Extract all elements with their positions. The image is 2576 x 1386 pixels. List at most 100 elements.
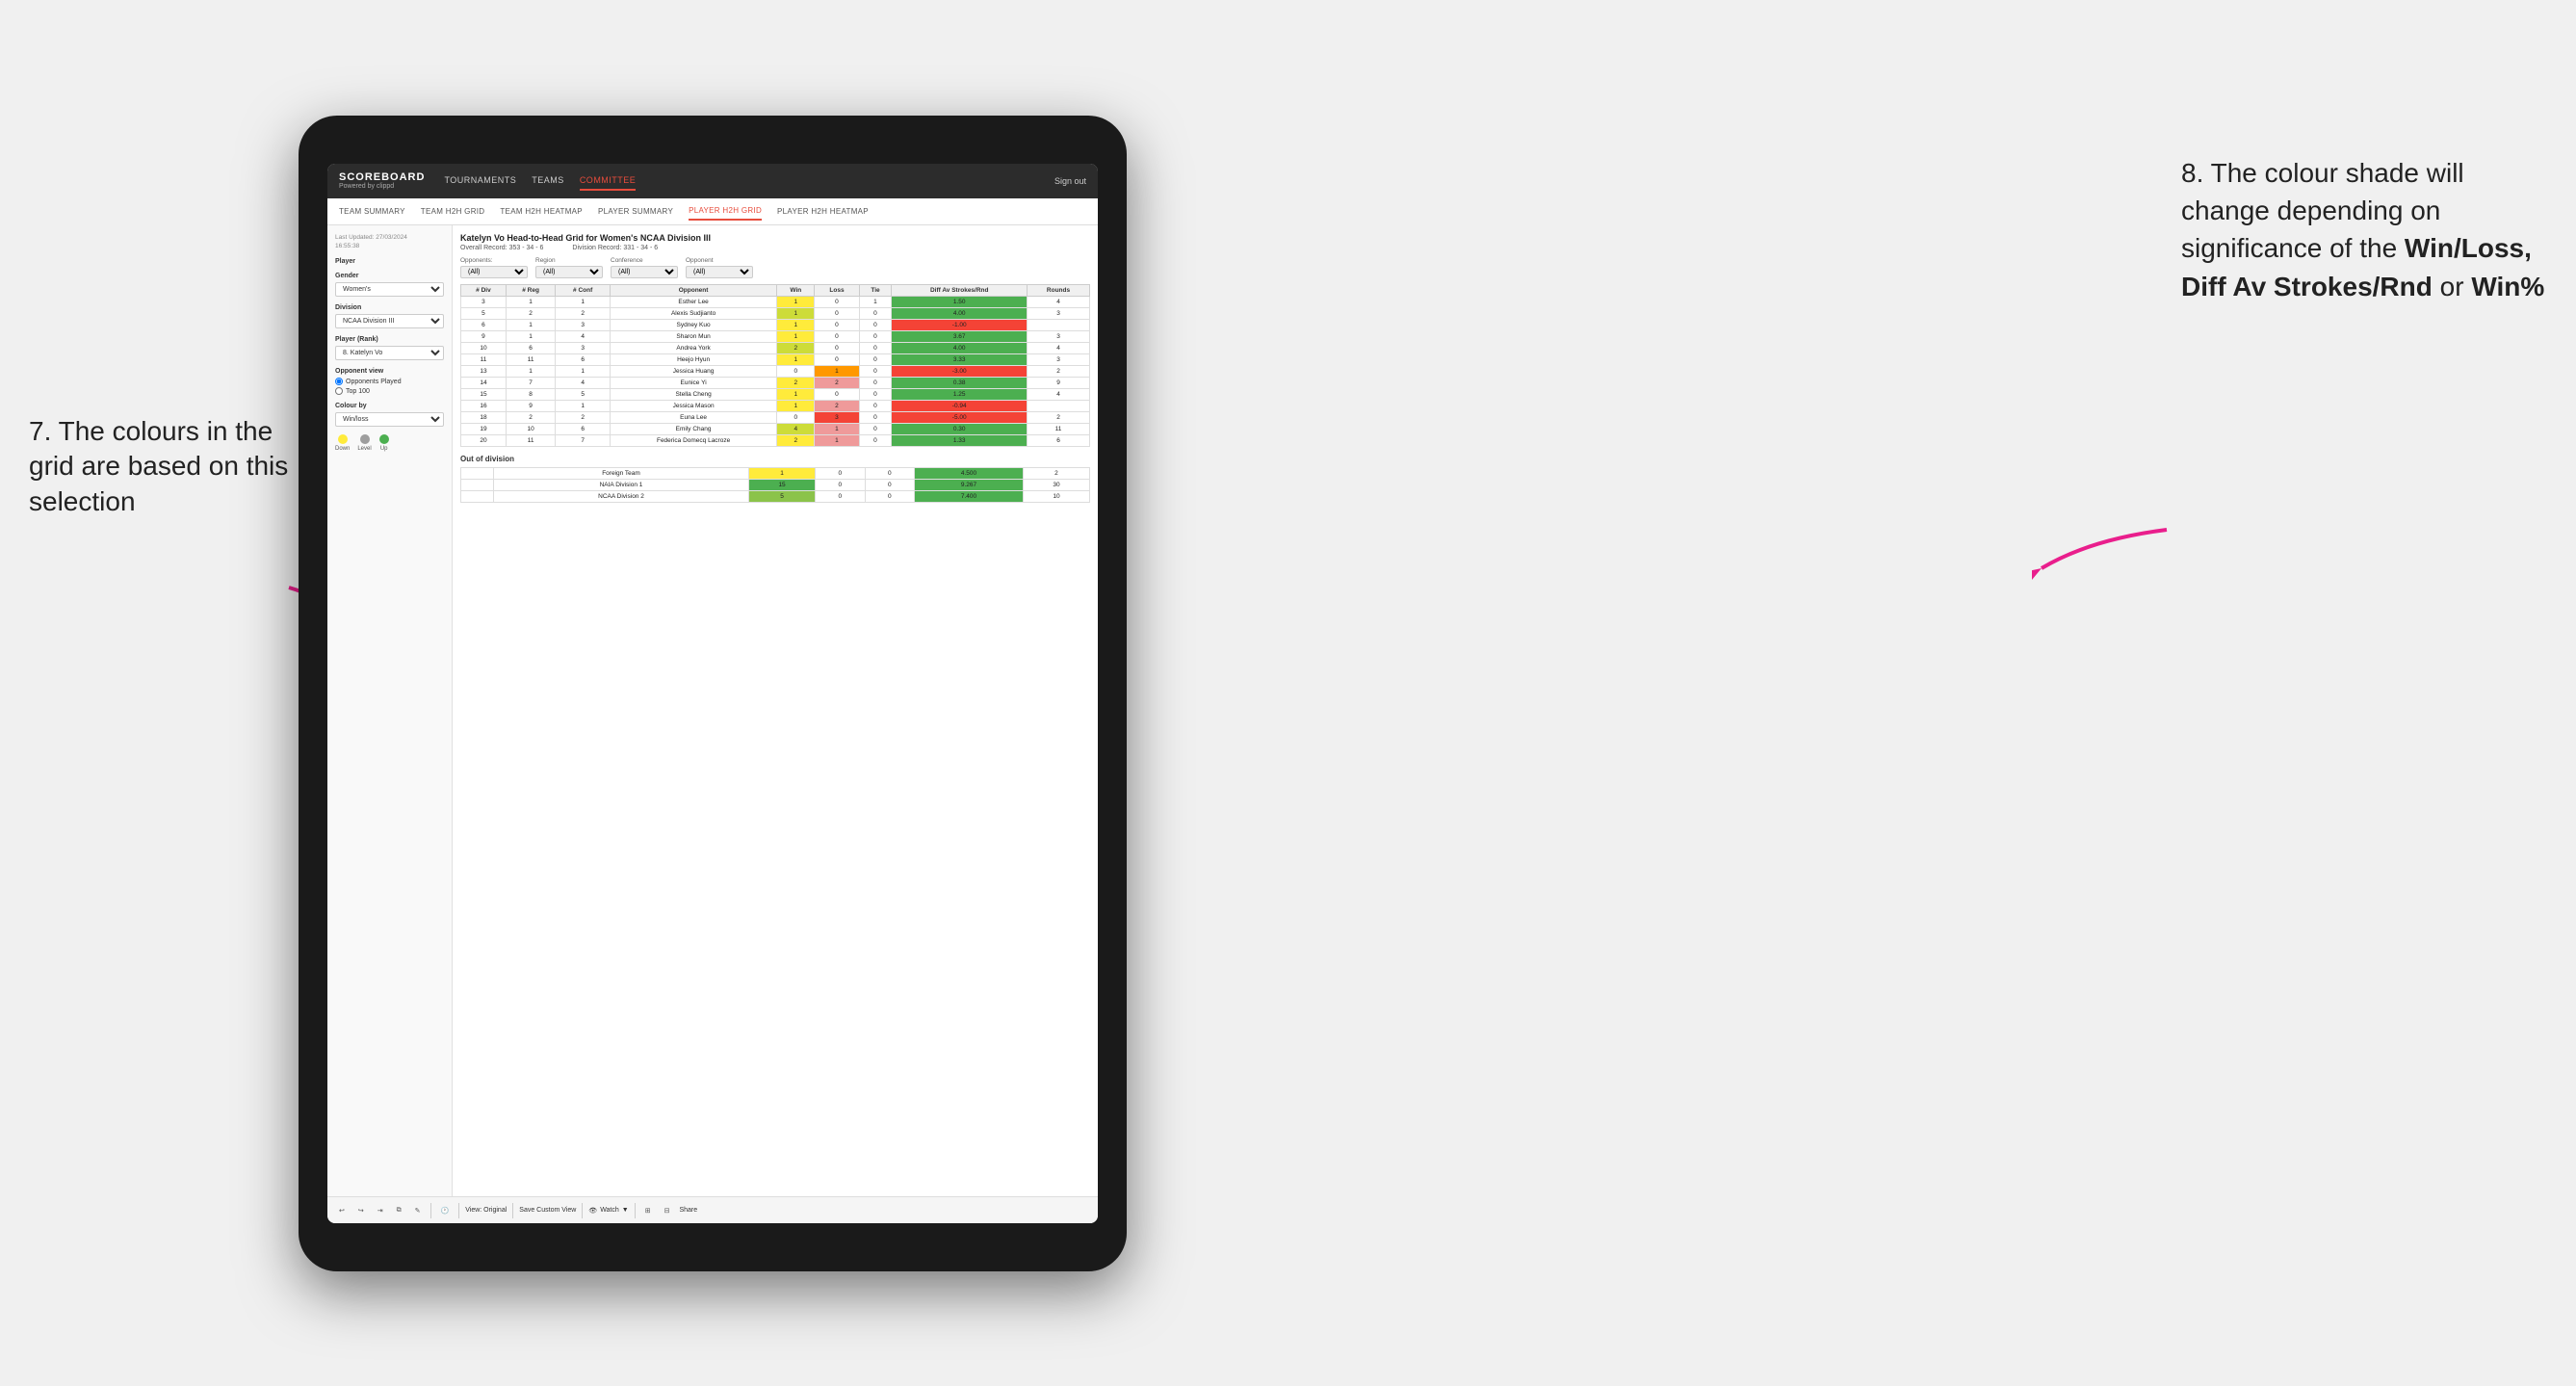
division-select[interactable]: NCAA Division III: [335, 314, 444, 328]
filter-conference-select[interactable]: (All): [611, 266, 678, 278]
nav-committee[interactable]: COMMITTEE: [580, 171, 637, 191]
cell-conf: 6: [556, 424, 611, 435]
nav-teams[interactable]: TEAMS: [532, 171, 564, 191]
filter-opponent: Opponent (All): [686, 257, 753, 278]
opponent-view-label: Opponent view: [335, 368, 444, 375]
overall-record-label: Overall Record:: [460, 245, 507, 251]
radio-top100[interactable]: Top 100: [335, 387, 444, 395]
subnav-player-h2h-grid[interactable]: PLAYER H2H GRID: [689, 202, 762, 221]
filter-opponents-label: Opponents:: [460, 257, 528, 264]
cell-conf: 4: [556, 378, 611, 389]
cell-loss: 3: [815, 412, 859, 424]
annotation-left-text: 7. The colours in the grid are based on …: [29, 416, 288, 516]
colour-by-select[interactable]: Win/loss: [335, 412, 444, 427]
cell-div-ood: [461, 468, 494, 480]
subnav-team-summary[interactable]: TEAM SUMMARY: [339, 203, 405, 220]
cell-win: 4: [777, 424, 815, 435]
timestamp-label: Last Updated: 27/03/2024: [335, 234, 407, 241]
filter-opponents-select[interactable]: (All): [460, 266, 528, 278]
arrow-right-indicator: [2032, 520, 2176, 597]
cell-win: 2: [777, 378, 815, 389]
player-rank-select[interactable]: 8. Katelyn Vo: [335, 346, 444, 360]
copy-btn[interactable]: ⧉: [393, 1205, 405, 1216]
cell-rounds: 6: [1028, 435, 1090, 447]
watch-label: Watch: [600, 1207, 619, 1214]
cell-div: 15: [461, 389, 507, 401]
share-btn[interactable]: Share: [679, 1207, 697, 1214]
cell-reg: 7: [506, 378, 555, 389]
cell-tie: 0: [859, 366, 892, 378]
cell-div-ood: [461, 491, 494, 503]
subnav-team-h2h-grid[interactable]: TEAM H2H GRID: [421, 203, 485, 220]
cell-diff: 3.67: [892, 331, 1028, 343]
cell-loss: 1: [815, 366, 859, 378]
separator2: [458, 1203, 459, 1218]
table-row: 16 9 1 Jessica Mason 1 2 0 -0.94: [461, 401, 1090, 412]
filter-region-select[interactable]: (All): [535, 266, 603, 278]
forward-btn[interactable]: ⇥: [374, 1205, 387, 1216]
cell-rounds: 4: [1028, 343, 1090, 354]
cell-win: 1: [777, 389, 815, 401]
radio-opponents-played[interactable]: Opponents Played: [335, 378, 444, 385]
table-row: 15 8 5 Stella Cheng 1 0 0 1.25 4: [461, 389, 1090, 401]
cell-tie: 0: [859, 354, 892, 366]
cell-diff: 0.38: [892, 378, 1028, 389]
filter-region: Region (All): [535, 257, 603, 278]
nav-tournaments[interactable]: TOURNAMENTS: [444, 171, 516, 191]
cell-name: Jessica Mason: [610, 401, 776, 412]
watch-btn[interactable]: 👁 Watch▼: [588, 1207, 628, 1215]
undo-btn[interactable]: ↩: [335, 1205, 349, 1216]
filter-region-label: Region: [535, 257, 603, 264]
gender-select[interactable]: Women's: [335, 282, 444, 297]
cell-win: 2: [777, 343, 815, 354]
grid-area: Katelyn Vo Head-to-Head Grid for Women's…: [453, 225, 1098, 1196]
save-custom-btn[interactable]: Save Custom View: [519, 1207, 576, 1214]
subnav-team-h2h-heatmap[interactable]: TEAM H2H HEATMAP: [500, 203, 583, 220]
clock-btn[interactable]: 🕐: [437, 1205, 454, 1216]
view-original-btn[interactable]: View: Original: [465, 1207, 507, 1214]
cell-diff: -3.00: [892, 366, 1028, 378]
cell-div: 19: [461, 424, 507, 435]
division-record-label: Division Record:: [572, 245, 621, 251]
cell-win: 1: [777, 401, 815, 412]
cell-name: Andrea York: [610, 343, 776, 354]
subnav-player-h2h-heatmap[interactable]: PLAYER H2H HEATMAP: [777, 203, 869, 220]
subnav-player-summary[interactable]: PLAYER SUMMARY: [598, 203, 673, 220]
logo-sub: Powered by clippd: [339, 183, 425, 190]
filter-opponent-select[interactable]: (All): [686, 266, 753, 278]
layout-btn[interactable]: ⊞: [641, 1205, 655, 1216]
sign-out-link[interactable]: Sign out: [1054, 176, 1086, 186]
cell-reg: 2: [506, 412, 555, 424]
out-of-division-header: Out of division: [460, 455, 1090, 463]
cell-rounds-ood: 10: [1023, 491, 1089, 503]
player-rank-label: Player (Rank): [335, 336, 444, 343]
tablet-screen: SCOREBOARD Powered by clippd TOURNAMENTS…: [327, 164, 1098, 1223]
cell-loss-ood: 0: [816, 491, 866, 503]
legend-up-label: Up: [380, 446, 388, 452]
edit-btn[interactable]: ✎: [411, 1205, 425, 1216]
cell-conf: 2: [556, 412, 611, 424]
grid-subtitle: Overall Record: 353 - 34 - 6 Division Re…: [460, 245, 1090, 251]
cell-loss: 2: [815, 401, 859, 412]
table-header-row: # Div # Reg # Conf Opponent Win Loss Tie…: [461, 285, 1090, 297]
cell-tie: 0: [859, 378, 892, 389]
cell-loss: 0: [815, 320, 859, 331]
table-row: 19 10 6 Emily Chang 4 1 0 0.30 11: [461, 424, 1090, 435]
division-section: Division NCAA Division III: [335, 304, 444, 328]
legend-down-dot: [338, 434, 348, 444]
cell-name-ood: NCAA Division 2: [493, 491, 748, 503]
cell-reg: 9: [506, 401, 555, 412]
cell-win: 0: [777, 366, 815, 378]
cell-name: Sharon Mun: [610, 331, 776, 343]
cell-win-ood: 5: [749, 491, 816, 503]
opponent-view-radios: Opponents Played Top 100: [335, 378, 444, 395]
cell-name: Federica Domecq Lacroze: [610, 435, 776, 447]
player-section: Player: [335, 258, 444, 265]
redo-btn[interactable]: ↪: [354, 1205, 368, 1216]
grid-title: Katelyn Vo Head-to-Head Grid for Women's…: [460, 233, 1090, 243]
grid-btn[interactable]: ⊟: [661, 1205, 674, 1216]
cell-diff-ood: 4.500: [915, 468, 1024, 480]
cell-div: 16: [461, 401, 507, 412]
cell-name-ood: NAIA Division 1: [493, 480, 748, 491]
legend-level-label: Level: [357, 446, 371, 452]
